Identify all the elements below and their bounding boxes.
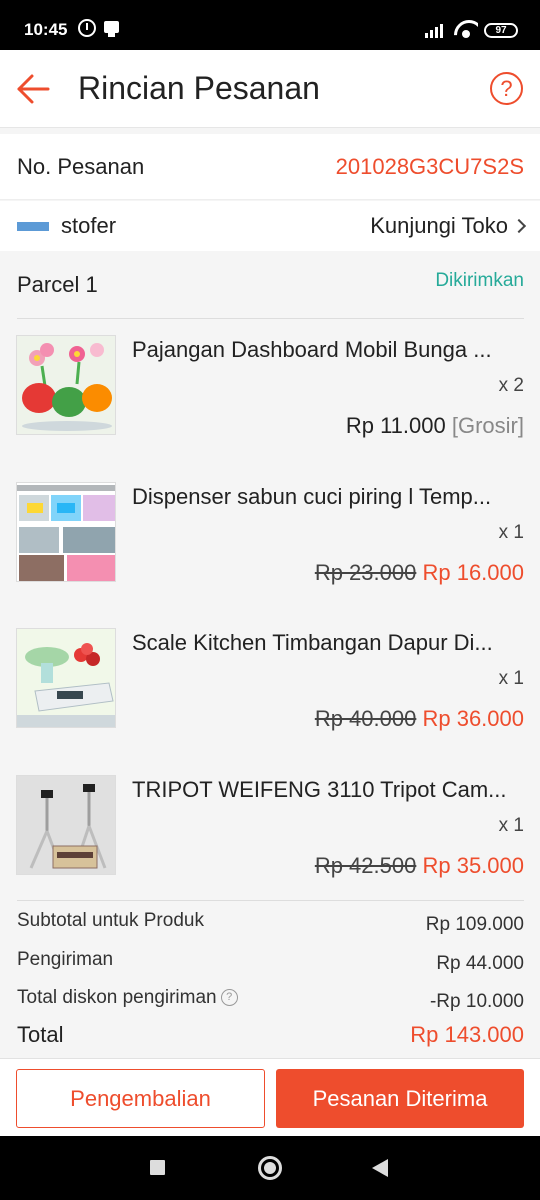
product-thumbnail [16,482,116,582]
order-item[interactable]: Pajangan Dashboard Mobil Bunga ... x 2 R… [0,335,540,481]
app-bar: Rincian Pesanan ? [0,50,540,128]
home-icon[interactable] [258,1156,282,1180]
item-price-value: Rp 11.000 [345,413,446,438]
battery-icon: 97 [484,23,518,38]
item-price: Rp 23.000 Rp 16.000 [315,560,524,586]
parcel-status: Dikirimkan [435,270,524,291]
page-title: Rincian Pesanan [78,70,320,106]
order-number-label: No. Pesanan [17,154,145,179]
shop-name: stofer [61,213,117,238]
item-name: Dispenser sabun cuci piring l Temp... [132,484,492,509]
recents-icon[interactable] [150,1160,165,1175]
order-item[interactable]: Dispenser sabun cuci piring l Temp... x … [0,482,540,628]
status-time: 10:45 [24,20,68,39]
product-thumbnail [16,335,116,435]
alarm-icon [78,19,96,37]
parcel-title: Parcel 1 [17,272,98,297]
shop-logo [17,222,49,231]
total-label: Total [17,1022,64,1047]
order-number-value[interactable]: 201028G3CU7S2S [336,154,524,180]
back-button[interactable] [16,73,50,105]
visit-shop-link[interactable]: Kunjungi Toko [370,213,527,239]
shipping-discount-value: -Rp 10.000 [429,991,524,1012]
divider [17,318,524,319]
shop-row: stofer Kunjungi Toko [0,201,540,251]
shipping-discount-row: Total diskon pengiriman? [17,987,238,1009]
item-name: TRIPOT WEIFENG 3110 Tripot Cam... [132,777,507,802]
shipping-label: Pengiriman [17,949,114,970]
item-name: Pajangan Dashboard Mobil Bunga ... [132,337,492,362]
item-price-value: Rp 16.000 [422,560,524,585]
arrow-left-icon [17,74,50,104]
item-price-value: Rp 35.000 [422,853,524,878]
item-quantity: x 1 [498,522,524,543]
shipping-value: Rp 44.000 [436,953,524,974]
item-price: Rp 40.000 Rp 36.000 [315,706,524,732]
item-quantity: x 2 [498,375,524,396]
subtotal-label: Subtotal untuk Produk [17,910,204,931]
item-original-price: Rp 23.000 [314,560,417,585]
product-thumbnail [16,775,116,875]
system-nav-bar [0,1136,540,1200]
back-triangle-icon[interactable] [372,1159,388,1177]
item-price: Rp 42.500 Rp 35.000 [315,853,524,879]
item-price-value: Rp 36.000 [422,706,524,731]
help-circle-icon[interactable]: ? [220,989,238,1007]
return-button[interactable]: Pengembalian [16,1069,265,1128]
bottom-action-bar: Pengembalian Pesanan Diterima [0,1058,540,1136]
notification-icon [104,21,119,37]
item-price: Rp 11.000 [Grosir] [346,413,524,439]
chevron-right-icon [511,218,527,234]
subtotal-value: Rp 109.000 [425,914,524,935]
parcel-section: Parcel 1 Dikirimkan Pajangan Dashboard M… [0,252,540,1056]
item-quantity: x 1 [498,668,524,689]
shipping-discount-label: Total diskon pengiriman [17,987,217,1008]
item-original-price: Rp 42.500 [314,853,417,878]
grosir-tag: [Grosir] [451,413,524,438]
item-name: Scale Kitchen Timbangan Dapur Di... [132,630,493,655]
product-thumbnail [16,628,116,728]
item-quantity: x 1 [498,815,524,836]
wifi-icon [454,20,478,38]
visit-shop-label: Kunjungi Toko [370,213,508,238]
total-value: Rp 143.000 [410,1022,524,1047]
item-original-price: Rp 40.000 [314,706,417,731]
help-button[interactable]: ? [490,72,523,105]
status-bar: 10:45 97 [0,0,540,50]
divider [17,900,524,901]
signal-icon [425,22,447,38]
order-number-row: No. Pesanan 201028G3CU7S2S [0,134,540,200]
order-received-button[interactable]: Pesanan Diterima [276,1069,524,1128]
order-item[interactable]: Scale Kitchen Timbangan Dapur Di... x 1 … [0,628,540,774]
